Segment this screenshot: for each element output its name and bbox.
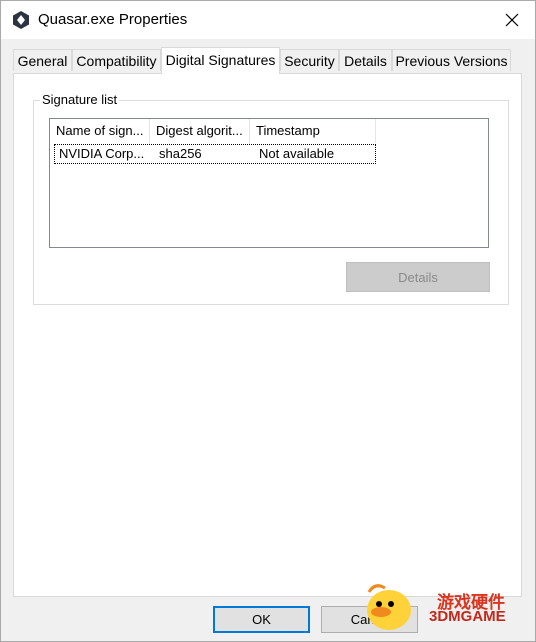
list-item[interactable]: NVIDIA Corp... sha256 Not available [54, 144, 376, 164]
signer-name: NVIDIA Corp... [59, 146, 145, 161]
signature-list-label: Signature list [40, 92, 120, 107]
list-header: Name of sign... Digest algorit... Timest… [50, 119, 488, 143]
signature-list[interactable]: Name of sign... Digest algorit... Timest… [49, 118, 489, 248]
window-title: Quasar.exe Properties [38, 11, 188, 28]
signature-list-group: Signature list Name of sign... Digest al… [33, 92, 509, 305]
tab-compatibility[interactable]: Compatibility [72, 49, 161, 71]
title-bar[interactable]: Quasar.exe Properties [1, 1, 535, 39]
tab-strip: General Compatibility Digital Signatures… [13, 47, 513, 74]
properties-dialog: Quasar.exe Properties General Compatibil… [0, 0, 536, 642]
column-header-digest[interactable]: Digest algorit... [150, 119, 250, 143]
ok-button[interactable]: OK [213, 606, 310, 633]
close-icon [505, 13, 519, 27]
tab-digital-signatures[interactable]: Digital Signatures [161, 47, 280, 74]
digest-algorithm: sha256 [159, 146, 202, 161]
column-header-name[interactable]: Name of sign... [50, 119, 150, 143]
app-icon [13, 11, 29, 29]
close-button[interactable] [489, 1, 535, 39]
tab-security[interactable]: Security [280, 49, 339, 71]
timestamp-value: Not available [259, 146, 335, 161]
details-button[interactable]: Details [346, 262, 490, 292]
tab-panel: Signature list Name of sign... Digest al… [13, 73, 522, 597]
column-header-timestamp[interactable]: Timestamp [250, 119, 376, 143]
tab-general[interactable]: General [13, 49, 72, 71]
tab-previous-versions[interactable]: Previous Versions [392, 49, 511, 71]
watermark-brand: 3DMGAME [429, 608, 506, 625]
tab-details[interactable]: Details [339, 49, 392, 71]
watermark-logo: 游戏硬件 3DMGAME [361, 576, 531, 636]
